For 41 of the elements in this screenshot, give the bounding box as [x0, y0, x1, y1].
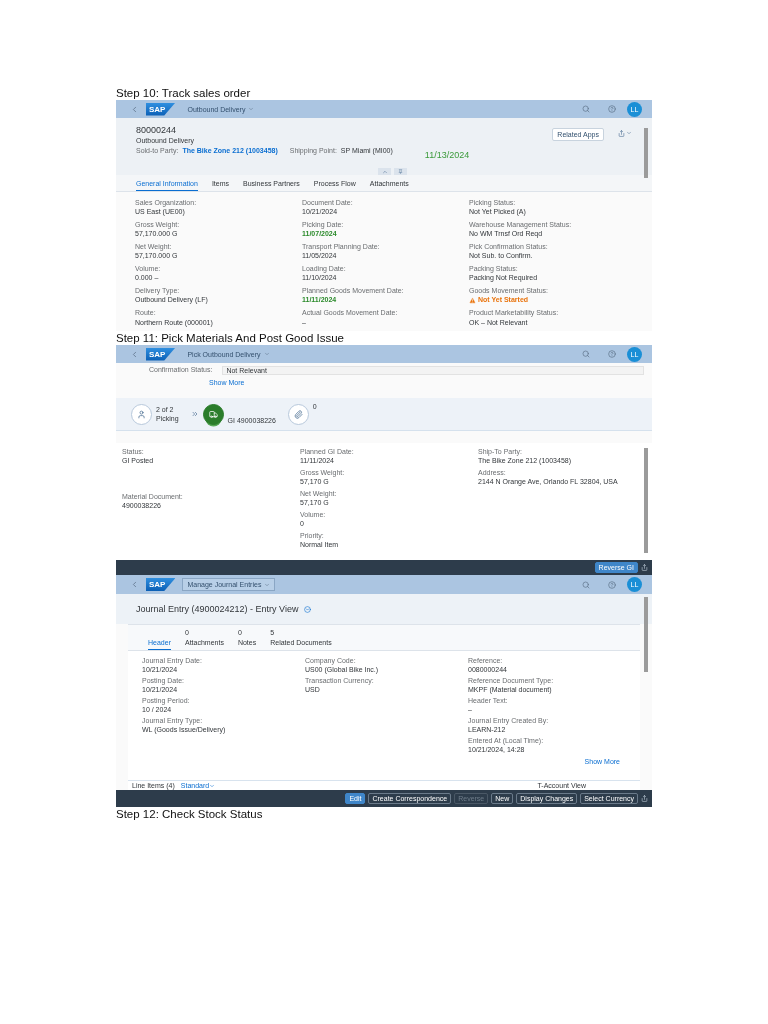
share-icon[interactable] — [641, 564, 648, 571]
sap-logo[interactable]: SAP — [146, 347, 176, 361]
scrollbar-thumb[interactable] — [644, 448, 648, 553]
back-icon[interactable] — [130, 349, 139, 359]
object-title: 80000244 — [136, 125, 177, 135]
flow-step[interactable] — [287, 403, 309, 425]
caret-icon — [209, 782, 216, 789]
scrollbar-thumb[interactable] — [644, 128, 648, 178]
share-icon[interactable] — [618, 130, 625, 137]
caret-icon[interactable] — [626, 130, 632, 136]
back-icon[interactable] — [130, 104, 139, 114]
pin-icon — [398, 169, 403, 174]
pin-header-button[interactable] — [394, 168, 407, 175]
sap-logo[interactable]: SAP — [146, 578, 176, 591]
caret-icon — [263, 351, 270, 357]
chevron-circle-icon[interactable] — [304, 605, 312, 613]
step-heading: Step 11: Pick Materials And Post Good Issue — [116, 331, 345, 345]
person-icon — [137, 409, 146, 419]
back-icon[interactable] — [130, 580, 139, 589]
help-icon[interactable] — [608, 105, 616, 113]
search-icon[interactable] — [582, 105, 590, 113]
collapse-header-button[interactable] — [378, 168, 391, 175]
chevrons-icon — [190, 410, 199, 418]
page-title: Journal Entry (4900024212) - Entry View — [136, 604, 299, 614]
help-icon[interactable] — [608, 580, 616, 589]
search-icon[interactable] — [582, 350, 590, 358]
share-icon[interactable] — [641, 795, 648, 802]
search-icon[interactable] — [582, 580, 590, 589]
sap-logo[interactable]: SAP — [146, 102, 176, 116]
paperclip-icon — [293, 409, 303, 419]
flow-step[interactable] — [202, 403, 224, 425]
scrollbar-thumb[interactable] — [644, 597, 648, 672]
caret-icon — [264, 581, 271, 588]
step-heading: Step 12: Check Stock Status — [116, 807, 264, 821]
help-icon[interactable] — [608, 350, 616, 358]
chevron-up-icon — [381, 168, 388, 175]
truck-icon — [208, 409, 218, 419]
flow-step[interactable] — [131, 403, 152, 425]
date-annotation: 11/13/2024 — [424, 150, 470, 161]
step-heading: Step 10: Track sales order — [116, 86, 252, 100]
caret-icon — [248, 106, 255, 112]
